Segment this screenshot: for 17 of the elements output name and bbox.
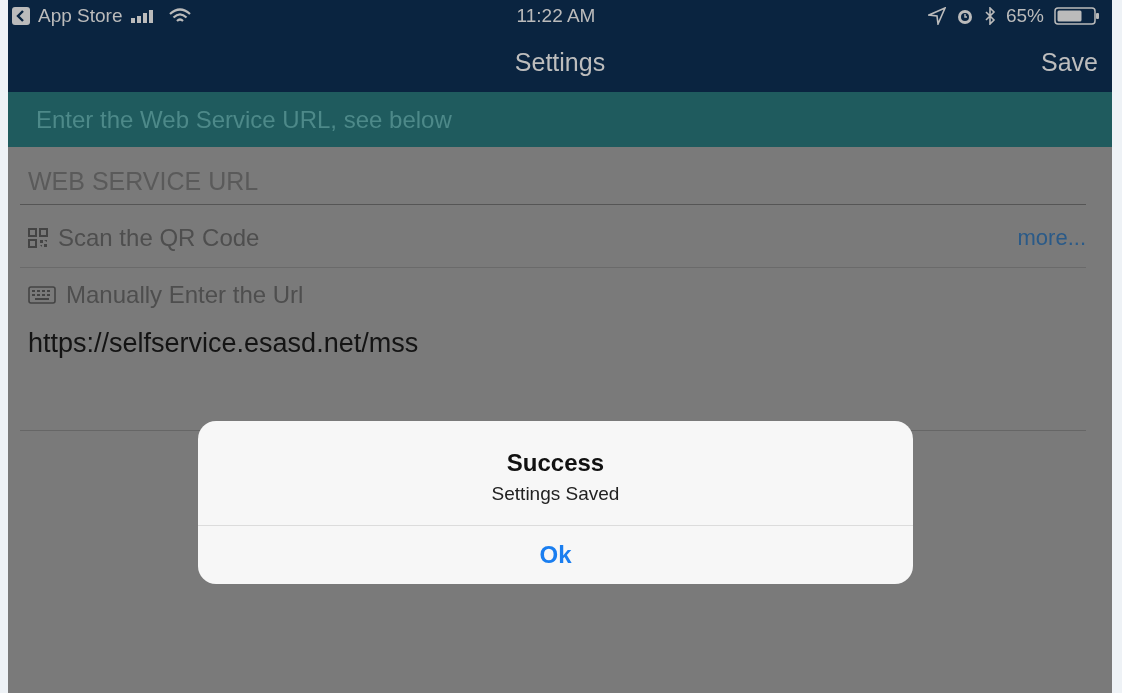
- keyboard-icon: [28, 286, 56, 304]
- save-button[interactable]: Save: [1027, 43, 1112, 81]
- alert-title: Success: [505, 449, 606, 477]
- back-icon: [12, 7, 30, 25]
- url-input-field[interactable]: https://selfservice.esasd.net/mss: [28, 324, 788, 363]
- screen-title: Settings: [514, 47, 606, 77]
- location-arrow-icon: [927, 7, 946, 25]
- ok-button[interactable]: Ok: [198, 526, 913, 584]
- alert-message: Settings Saved: [490, 483, 621, 505]
- status-time: 11:22 AM: [516, 5, 596, 27]
- alarm-clock-icon: [955, 7, 974, 25]
- wifi-icon: [168, 8, 191, 24]
- bluetooth-icon: [983, 7, 996, 25]
- back-app-label[interactable]: App Store: [38, 5, 123, 27]
- battery-percent: 65%: [1005, 5, 1044, 27]
- qr-code-icon: [28, 228, 48, 248]
- battery-icon: [1054, 7, 1100, 25]
